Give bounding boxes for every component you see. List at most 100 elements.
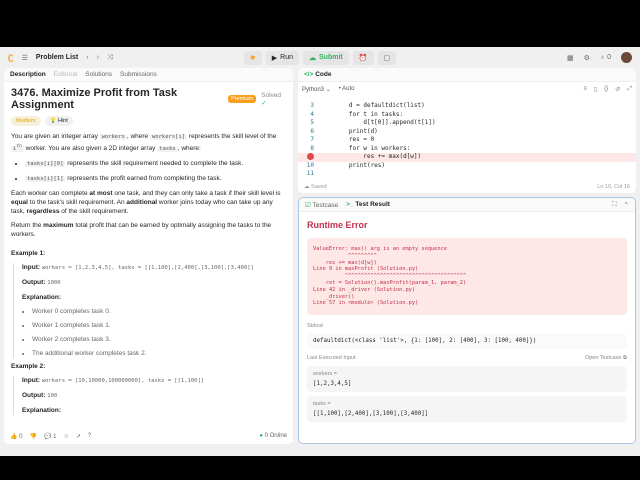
tab-test-result[interactable]: >_ Test Result <box>346 201 390 208</box>
tab-editorial[interactable]: Editorial <box>54 71 77 78</box>
format-icon[interactable]: ≡ <box>583 86 587 93</box>
rules-paragraph: Each worker can complete at most one tas… <box>11 189 281 215</box>
saved-status: ☁ Saved <box>304 183 327 190</box>
code-text: print(d) <box>320 127 378 135</box>
auto-toggle[interactable]: • Auto <box>339 86 355 92</box>
code-text: res += max(d[w]) <box>320 153 422 160</box>
code-text: print(res) <box>320 161 386 169</box>
line-number: 5 <box>310 119 314 126</box>
line-number: 6 <box>310 127 314 135</box>
shuffle-icon[interactable]: ⤨ <box>107 54 113 62</box>
code-tabs: </> Code <box>298 68 636 82</box>
top-nav: ʗ ☰ Problem List ‹ › ⤨ ✹ ▶ Run ☁ Submit ⏰ … <box>0 47 640 68</box>
page-title: 3476. Maximize Profit from Task Assignme… <box>11 87 178 111</box>
tab-code[interactable]: </> Code <box>304 71 331 78</box>
run-button[interactable]: ▶ Run <box>265 50 300 65</box>
dislike-icon[interactable]: 👎 <box>29 433 36 440</box>
description-panel: Description Editorial Solutions Submissi… <box>4 68 293 444</box>
line-number: 11 <box>306 170 314 177</box>
collapse-icon[interactable]: ⌃ <box>624 201 629 209</box>
debug-button[interactable]: ✹ <box>243 50 262 65</box>
line-number: 7 <box>310 136 314 143</box>
tab-description[interactable]: Description <box>10 71 46 78</box>
streak-counter[interactable]: ♁ 0 <box>600 54 611 61</box>
layout-icon[interactable]: ▦ <box>567 54 574 62</box>
code-line[interactable]: 5 d[t[0]].append(t[1]) <box>298 119 636 128</box>
list-item: Worker 1 completes task 1. <box>32 321 286 330</box>
prev-icon[interactable]: ‹ <box>86 54 88 61</box>
timer-button[interactable]: ⏰ <box>352 50 374 65</box>
example-2-explanation-label: Explanation: <box>22 406 62 414</box>
hint-button[interactable]: 💡 Hint <box>44 116 73 126</box>
next-icon[interactable]: › <box>97 54 99 61</box>
solved-label: Solved <box>261 91 282 99</box>
hint-label: Hint <box>57 118 68 124</box>
difficulty-badge[interactable]: Medium <box>11 116 41 126</box>
submit-label: Submit <box>319 54 343 61</box>
code-text: d[t[0]].append(t[1]) <box>320 119 436 126</box>
braces-icon[interactable]: {} <box>604 86 608 93</box>
star-icon[interactable]: ☆ <box>63 433 68 440</box>
app: ʗ ☰ Problem List ‹ › ⤨ ✹ ▶ Run ☁ Submit ⏰ … <box>0 47 640 456</box>
online-count: ● 0 Online <box>259 433 287 439</box>
result-tabs: ☑ Testcase >_ Test Result ⛶ ⌃ <box>299 198 635 212</box>
avatar[interactable] <box>621 52 632 63</box>
comments-button[interactable]: 💬 1 <box>44 433 56 440</box>
code-line[interactable]: 8 for w in workers: <box>298 145 636 154</box>
tab-solutions[interactable]: Solutions <box>85 71 112 78</box>
description-footer: 👍 0 👎 💬 1 ☆ ↗ ? ● 0 Online <box>4 428 293 444</box>
problem-list-link[interactable]: Problem List <box>36 54 78 61</box>
notes-button[interactable]: ▢ <box>377 50 397 65</box>
tab-testcase[interactable]: ☑ Testcase <box>305 201 338 209</box>
cursor-position: Ln 10, Col 16 <box>597 183 630 190</box>
list-item: tasks[i][1] represents the profit earned… <box>25 174 286 184</box>
code-line[interactable]: 3 d = defaultdict(list) <box>298 102 636 111</box>
line-number: 8 <box>310 144 314 152</box>
code-panel: </> Code Python3 ⌄ • Auto ≡ ▯ {} ↺ ⤢ 3 d = d… <box>298 68 636 193</box>
intro-paragraph: You are given an integer array workers, … <box>11 133 277 152</box>
open-testcase-link[interactable]: Open Testcase ⧉ <box>585 355 627 362</box>
error-marker-icon <box>307 153 314 160</box>
line-number: 4 <box>310 110 314 118</box>
fullscreen-icon[interactable]: ⛶ <box>612 201 617 209</box>
expand-icon[interactable]: ⤢ <box>627 86 632 93</box>
run-label: Run <box>280 54 294 61</box>
line-number <box>298 153 320 162</box>
return-paragraph: Return the maximum total profit that can… <box>11 221 272 238</box>
code-text: for w in workers: <box>320 144 411 152</box>
list-item: tasks[i][0] represents the skill require… <box>25 159 286 169</box>
line-number: 3 <box>310 102 314 109</box>
gear-icon[interactable]: ⚙ <box>584 54 590 62</box>
list-icon[interactable]: ☰ <box>22 54 28 62</box>
share-icon[interactable]: ↗ <box>76 433 81 440</box>
tab-submissions[interactable]: Submissions <box>120 71 157 78</box>
stdout-label: Stdout <box>307 323 323 330</box>
list-item: Worker 2 completes task 3. <box>32 335 286 344</box>
input-tasks: tasks = [[1,100],[2,400],[3,100],[3,400]] <box>307 396 627 423</box>
help-icon[interactable]: ? <box>88 433 91 439</box>
code-line[interactable]: 6 print(d) <box>298 128 636 137</box>
list-item: Worker 0 completes task 0. <box>32 307 286 316</box>
code-line[interactable]: 10 print(res) <box>298 162 636 171</box>
code-line[interactable]: res += max(d[w]) <box>298 153 636 162</box>
submit-button[interactable]: ☁ Submit <box>303 50 349 65</box>
bookmark-icon[interactable]: ▯ <box>594 86 597 93</box>
cloud-upload-icon: ☁ <box>309 54 317 62</box>
result-status: Runtime Error <box>307 220 368 230</box>
solved-status: Solved ✓ <box>261 92 286 107</box>
like-button[interactable]: 👍 0 <box>10 433 22 440</box>
reset-icon[interactable]: ↺ <box>615 86 620 93</box>
line-number: 10 <box>306 161 314 169</box>
code-line[interactable]: 11 <box>298 170 636 179</box>
test-result-panel: ☑ Testcase >_ Test Result ⛶ ⌃ Runtime Err… <box>298 197 636 444</box>
logo-icon[interactable]: ʗ <box>8 52 14 63</box>
premium-badge[interactable]: Premium <box>228 95 257 103</box>
code-editor[interactable]: 3 d = defaultdict(list) 4 for t in tasks:… <box>298 96 636 179</box>
language-select[interactable]: Python3 ⌄ <box>302 86 331 93</box>
code-line[interactable]: 7 res = 0 <box>298 136 636 145</box>
example-2-title: Example 2: <box>11 362 46 370</box>
code-line[interactable]: 4 for t in tasks: <box>298 111 636 120</box>
last-input-label: Last Executed Input <box>307 355 356 362</box>
check-icon: ✓ <box>261 99 267 107</box>
example-2: Input: workers = [10,10000,100000000], t… <box>13 375 286 415</box>
